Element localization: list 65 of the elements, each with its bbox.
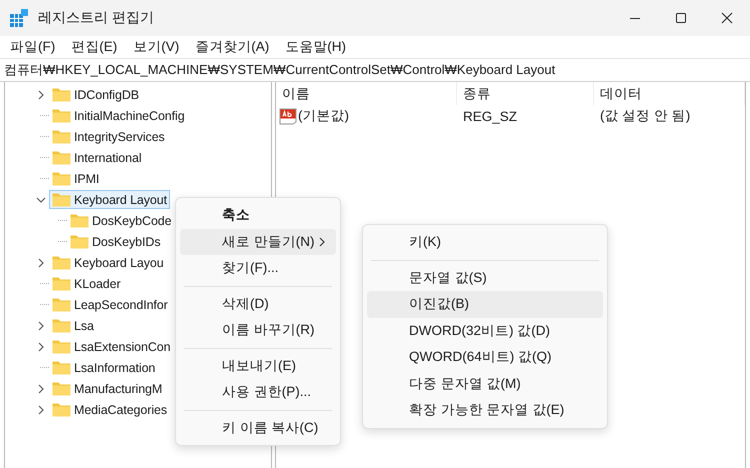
tree-item[interactable]: LsaInformation (49, 358, 158, 377)
folder-icon (52, 360, 71, 375)
tree-item[interactable]: KLoader (49, 274, 124, 293)
folder-icon (52, 150, 71, 165)
menu-item[interactable]: 키 이름 복사(C) (180, 414, 336, 441)
table-cell: (기본값) (298, 107, 349, 125)
column-header[interactable]: 종류 (457, 82, 594, 105)
folder-icon (52, 276, 71, 291)
folder-icon (70, 234, 89, 249)
menu-item[interactable]: 내보내기(E) (180, 352, 336, 379)
table-cell-text: REG_SZ (462, 108, 518, 126)
tree-item[interactable]: Keyboard Layou (49, 253, 167, 272)
maximize-icon[interactable] (675, 12, 687, 24)
folder-icon (52, 339, 71, 354)
folder-icon (52, 192, 71, 207)
tree-item[interactable]: DosKeybIDs (67, 232, 164, 251)
menu-item[interactable]: 새로 만들기(N) (180, 228, 336, 255)
tree-item[interactable]: IDConfigDB (49, 85, 142, 104)
tree-item[interactable]: IPMI (49, 169, 102, 188)
column-header[interactable]: 데이터 (594, 82, 745, 105)
tree-item[interactable]: Lsa (49, 316, 97, 335)
tree-item[interactable]: LsaExtensionCon (49, 337, 174, 356)
folder-icon (52, 318, 71, 333)
folder-icon (52, 402, 71, 417)
menu-item[interactable]: 보기(V) (125, 38, 188, 56)
table-cell-text: (값 설정 안 됨) (599, 107, 692, 125)
menu-item[interactable]: 축소 (180, 202, 336, 228)
menu-item[interactable]: 문자열 값(S) (367, 264, 603, 291)
folder-icon (52, 381, 71, 396)
close-icon[interactable] (721, 12, 733, 24)
menu-item[interactable]: 도움말(H) (277, 38, 354, 56)
string-value-icon (279, 108, 297, 124)
menu-item[interactable]: 편집(E) (63, 38, 126, 56)
tree-item[interactable]: InitialMachineConfig (49, 106, 188, 125)
address-bar[interactable]: 컴퓨터₩HKEY_LOCAL_MACHINE₩SYSTEM₩CurrentControlSet₩Control₩Keyboard Layout (4, 61, 556, 79)
tree-item[interactable]: MediaCategories (49, 400, 170, 419)
folder-icon (52, 171, 71, 186)
menu-item[interactable]: 이진값(B) (367, 291, 603, 318)
column-header[interactable]: 이름 (276, 82, 457, 105)
folder-icon (70, 213, 89, 228)
menu-item[interactable]: 사용 권한(P)... (180, 379, 336, 406)
tree-item[interactable]: ManufacturingM (49, 379, 166, 398)
menu-item[interactable]: 즐겨찾기(A) (187, 38, 278, 56)
menu-item[interactable]: 삭제(D) (180, 290, 336, 317)
chevron-right-icon (318, 236, 326, 247)
menu-item[interactable]: 키(K) (367, 229, 603, 256)
menu-item[interactable]: 파일(F) (2, 38, 64, 56)
menu-item[interactable]: 이름 바꾸기(R) (180, 317, 336, 344)
window-title: 레지스트리 편집기 (38, 9, 154, 27)
tree-item[interactable]: DosKeybCode (67, 211, 175, 230)
folder-icon (52, 129, 71, 144)
folder-icon (52, 87, 71, 102)
menu-item[interactable]: 찾기(F)... (180, 255, 336, 282)
folder-icon (52, 255, 71, 270)
tree-item[interactable]: IntegrityServices (49, 127, 168, 146)
folder-icon (52, 108, 71, 123)
tree-item[interactable]: Keyboard Layout (49, 190, 170, 209)
menu-item[interactable]: 다중 문자열 값(M) (367, 370, 603, 397)
folder-icon (52, 297, 71, 312)
tree-item[interactable]: International (49, 148, 144, 167)
registry-icon (10, 9, 28, 27)
menu-item[interactable]: QWORD(64비트) 값(Q) (367, 344, 603, 370)
tree-item[interactable]: LeapSecondInfor (49, 295, 171, 314)
menu-item[interactable]: DWORD(32비트) 값(D) (367, 318, 603, 344)
menu-item[interactable]: 확장 가능한 문자열 값(E) (367, 397, 603, 424)
